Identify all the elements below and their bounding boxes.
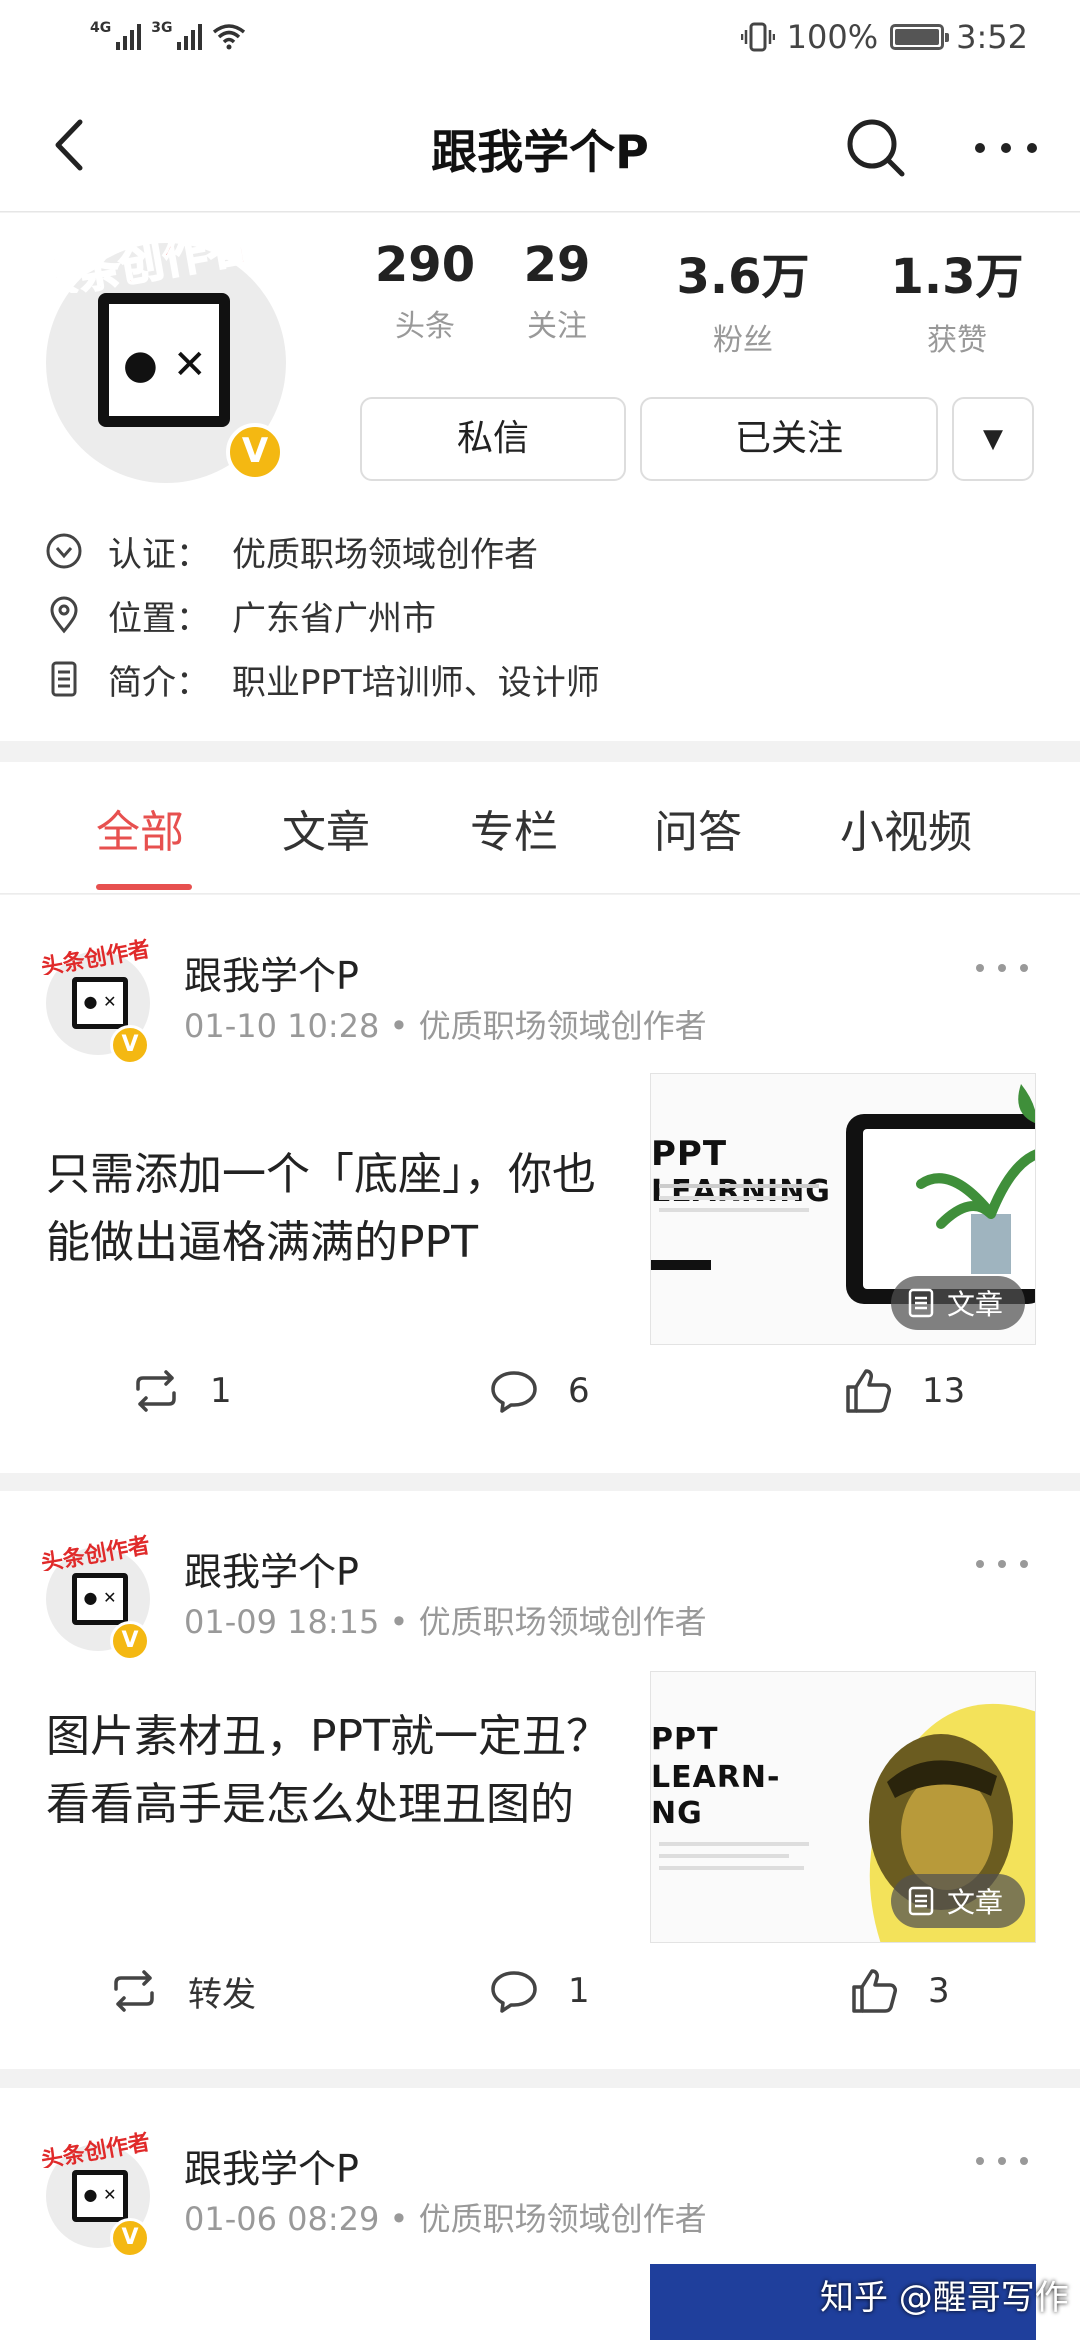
tab-columns[interactable]: 专栏 bbox=[470, 796, 558, 860]
repost-icon bbox=[114, 1970, 154, 2012]
nav-bar: 跟我学个P bbox=[0, 80, 1080, 212]
article-tag: 文章 bbox=[890, 1276, 1025, 1330]
signal-4g-icon: 4G bbox=[90, 20, 142, 50]
document-icon bbox=[908, 1288, 934, 1318]
repost-icon bbox=[136, 1370, 176, 1412]
verified-badge: V bbox=[110, 1621, 150, 1661]
thumbs-up-icon bbox=[846, 1369, 891, 1413]
like-button[interactable]: 13 bbox=[842, 1365, 965, 1417]
svg-text:头条创作者: 头条创作者 bbox=[29, 220, 255, 293]
avatar[interactable]: ● ✕ 头条创作者 V bbox=[28, 213, 310, 483]
post-meta: 01-06 08:29 • 优质职场领域创作者 bbox=[184, 2200, 707, 2238]
stat-likes[interactable]: 1.3万 获赞 bbox=[872, 237, 1042, 359]
author-avatar[interactable]: ● ✕ 头条创作者 V bbox=[39, 2129, 152, 2258]
tab-qa[interactable]: 问答 bbox=[654, 796, 742, 860]
search-icon[interactable] bbox=[840, 112, 910, 182]
feed-card[interactable]: ● ✕ 头条创作者 V 跟我学个P 01-06 08:29 • 优质职场领域创作… bbox=[0, 2088, 1080, 2340]
tab-all[interactable]: 全部 bbox=[96, 796, 184, 860]
more-icon[interactable] bbox=[972, 2146, 1032, 2176]
verified-badge: V bbox=[226, 423, 284, 481]
robot-face-logo: ● ✕ bbox=[72, 1573, 128, 1625]
comment-button[interactable]: 6 bbox=[488, 1365, 590, 1417]
repost-button[interactable]: 转发 bbox=[108, 1965, 256, 2017]
comment-icon bbox=[491, 1371, 537, 1413]
post-meta: 01-10 10:28 • 优质职场领域创作者 bbox=[184, 1007, 707, 1045]
following-button[interactable]: 已关注 bbox=[640, 397, 938, 481]
message-button[interactable]: 私信 bbox=[360, 397, 626, 481]
stat-following[interactable]: 29 关注 bbox=[472, 237, 642, 345]
author-name[interactable]: 跟我学个P bbox=[184, 1541, 359, 1596]
robot-face-logo: ● ✕ bbox=[98, 293, 230, 427]
robot-face-logo: ● ✕ bbox=[72, 2170, 128, 2222]
comment-icon bbox=[491, 1971, 537, 2013]
author-avatar[interactable]: ● ✕ 头条创作者 V bbox=[39, 936, 152, 1065]
post-title[interactable]: 图片素材丑，PPT就一定丑？看看高手是怎么处理丑图的 bbox=[46, 1703, 636, 1839]
clock: 3:52 bbox=[956, 18, 1028, 56]
post-thumbnail[interactable]: PPT LEARN- NG 文章 bbox=[650, 1671, 1036, 1943]
feed-card[interactable]: ● ✕ 头条创作者 V 跟我学个P 01-09 18:15 • 优质职场领域创作… bbox=[0, 1491, 1080, 2069]
signal-indicators: 4G 3G bbox=[90, 20, 246, 50]
profile-header: ● ✕ 头条创作者 V 290 头条 29 关注 3.6万 粉丝 1.3万 获赞… bbox=[0, 213, 1080, 741]
robot-face-logo: ● ✕ bbox=[72, 977, 128, 1029]
active-tab-indicator bbox=[96, 884, 192, 890]
document-icon bbox=[908, 1886, 934, 1916]
creator-badge-icon: 头条创作者 bbox=[39, 2129, 152, 2168]
post-title[interactable]: 只需添加一个「底座」，你也能做出逼格满满的PPT bbox=[46, 1141, 636, 1277]
svg-text:头条创作者: 头条创作者 bbox=[39, 2129, 152, 2168]
svg-text:头条创作者: 头条创作者 bbox=[39, 936, 152, 975]
page-title: 跟我学个P bbox=[431, 125, 649, 179]
author-name[interactable]: 跟我学个P bbox=[184, 945, 359, 1000]
post-thumbnail[interactable]: PPT LEARNING 文章 bbox=[650, 1073, 1036, 1345]
article-tag: 文章 bbox=[890, 1874, 1025, 1928]
creator-badge-icon: 头条创作者 bbox=[39, 1532, 152, 1571]
creator-badge-icon: 头条创作者 bbox=[39, 936, 152, 975]
info-verification: 认证： 优质职场领域创作者 bbox=[44, 523, 1044, 579]
feed-card[interactable]: ● ✕ 头条创作者 V 跟我学个P 01-10 10:28 • 优质职场领域创作… bbox=[0, 895, 1080, 1473]
battery-icon bbox=[890, 24, 950, 50]
status-right: 100% 3:52 bbox=[740, 18, 1028, 56]
info-bio: 简介： 职业PPT培训师、设计师 bbox=[44, 651, 1044, 707]
verified-badge: V bbox=[110, 2218, 150, 2258]
stat-followers[interactable]: 3.6万 粉丝 bbox=[658, 237, 828, 359]
vibrate-icon bbox=[740, 22, 775, 52]
thumbs-up-icon bbox=[852, 1969, 897, 2013]
battery-percent: 100% bbox=[786, 18, 879, 56]
tab-short-video[interactable]: 小视频 bbox=[840, 796, 972, 860]
status-bar: 4G 3G 100% 3:52 bbox=[0, 0, 1080, 80]
repost-button[interactable]: 1 bbox=[130, 1365, 232, 1417]
svg-text:头条创作者: 头条创作者 bbox=[39, 1532, 152, 1571]
document-icon bbox=[51, 661, 77, 697]
more-icon[interactable] bbox=[972, 1549, 1032, 1579]
author-name[interactable]: 跟我学个P bbox=[184, 2138, 359, 2193]
verified-check-icon bbox=[46, 533, 82, 569]
profile-stats: 290 头条 29 关注 3.6万 粉丝 1.3万 获赞 bbox=[340, 237, 1060, 359]
tab-articles[interactable]: 文章 bbox=[282, 796, 370, 860]
more-icon[interactable] bbox=[966, 112, 1046, 182]
author-avatar[interactable]: ● ✕ 头条创作者 V bbox=[39, 1532, 152, 1661]
post-actions: 转发 1 3 bbox=[0, 1965, 1080, 2045]
verified-badge: V bbox=[110, 1025, 150, 1065]
signal-3g-icon: 3G bbox=[151, 20, 203, 50]
wifi-icon bbox=[213, 24, 246, 50]
post-meta: 01-09 18:15 • 优质职场领域创作者 bbox=[184, 1603, 707, 1641]
location-pin-icon bbox=[50, 596, 78, 634]
watermark: 知乎 @醒哥写作 bbox=[820, 2278, 1069, 2318]
info-location: 位置： 广东省广州市 bbox=[44, 587, 1044, 643]
content-tabs: 全部 文章 专栏 问答 小视频 bbox=[0, 762, 1080, 894]
like-button[interactable]: 3 bbox=[848, 1965, 950, 2017]
more-icon[interactable] bbox=[972, 953, 1032, 983]
dropdown-button[interactable]: ▼ bbox=[952, 397, 1034, 481]
post-actions: 1 6 13 bbox=[0, 1365, 1080, 1445]
comment-button[interactable]: 1 bbox=[488, 1965, 590, 2017]
creator-badge-icon: 头条创作者 bbox=[28, 219, 256, 293]
